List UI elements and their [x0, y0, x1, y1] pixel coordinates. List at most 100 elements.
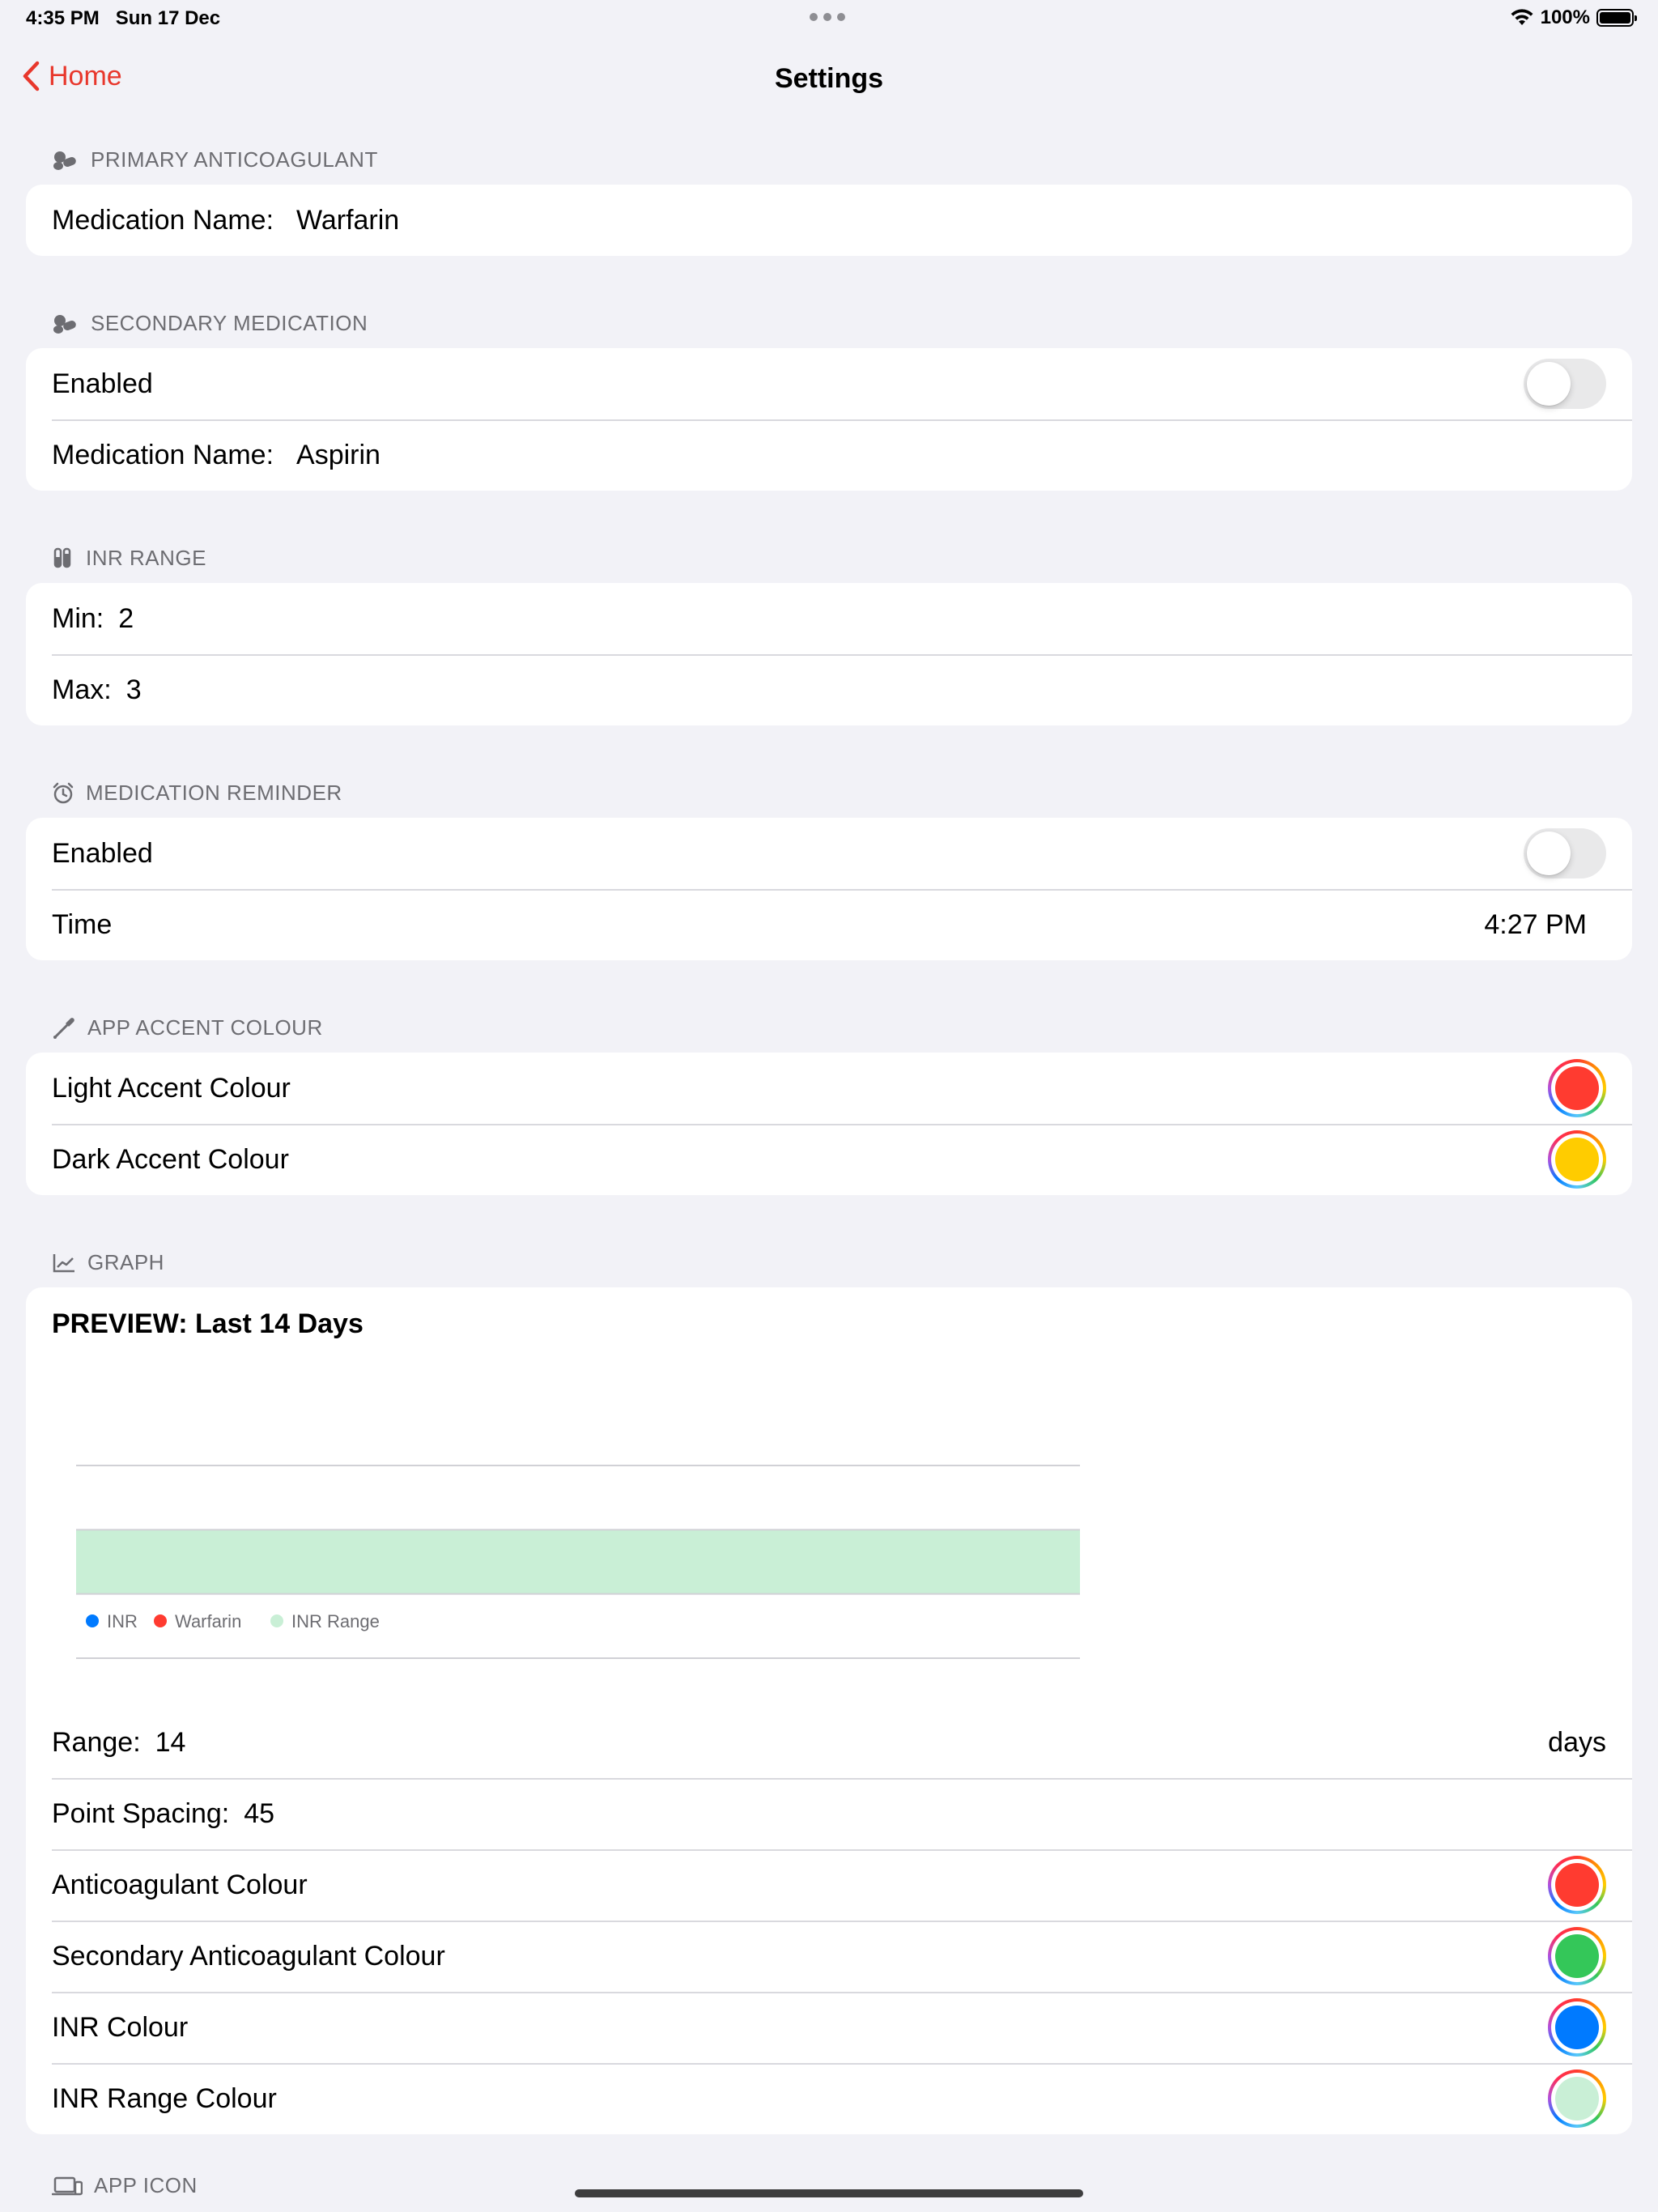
inr-range-color-picker[interactable]: [1548, 2069, 1606, 2128]
inr-range-colour-label: INR Range Colour: [52, 2082, 277, 2114]
status-date: Sun 17 Dec: [115, 7, 221, 29]
color-fill: [1555, 1066, 1599, 1110]
graph-card: PREVIEW: Last 14 Days INR Warfarin INR Ran…: [26, 1287, 1632, 2134]
eyedropper-icon: [53, 1017, 74, 1039]
wifi-icon: [1511, 9, 1533, 25]
medication-name-label: Medication Name:: [52, 439, 274, 470]
page-title: Settings: [774, 63, 884, 94]
secondary-color-picker[interactable]: [1548, 1927, 1606, 1985]
battery-percentage: 100%: [1540, 6, 1590, 28]
preview-chart: INR Warfarin INR Range: [26, 1360, 1632, 1707]
section-header-app-icon: APP ICON: [52, 2173, 198, 2198]
section-title: APP ACCENT COLOUR: [87, 1015, 323, 1040]
color-fill: [1555, 1138, 1599, 1181]
primary-medication-row[interactable]: Medication Name: Warfarin: [26, 185, 1632, 256]
legend-label: INR: [107, 1611, 138, 1631]
dark-accent-row: Dark Accent Colour: [26, 1124, 1632, 1195]
inr-range-band: [76, 1529, 1080, 1594]
section-header-secondary: SECONDARY MEDICATION: [52, 311, 368, 336]
reminder-time-picker[interactable]: 4:27 PM: [1484, 909, 1587, 941]
accent-colour-card: Light Accent Colour Dark Accent Colour: [26, 1053, 1632, 1195]
inr-max-input[interactable]: 3: [126, 674, 142, 706]
medication-reminder-card: Enabled Time 4:27 PM: [26, 818, 1632, 960]
color-fill: [1555, 1934, 1599, 1978]
inr-max-row[interactable]: Max: 3: [26, 654, 1632, 725]
section-title: APP ICON: [94, 2173, 198, 2197]
battery-icon: [1596, 9, 1637, 27]
preview-title: PREVIEW: Last 14 Days: [52, 1308, 363, 1339]
test-tubes-icon: [53, 547, 71, 568]
alarm-clock-icon: [53, 782, 74, 803]
devices-icon: [52, 2176, 83, 2195]
enabled-label: Enabled: [52, 837, 153, 869]
color-fill: [1555, 2077, 1599, 2121]
point-spacing-row[interactable]: Point Spacing: 45: [26, 1778, 1632, 1849]
point-spacing-label: Point Spacing:: [52, 1797, 230, 1829]
inr-range-colour-row: INR Range Colour: [26, 2063, 1632, 2134]
legend-marker: [154, 1614, 167, 1627]
status-time-date: 4:35 PM Sun 17 Dec: [26, 7, 220, 30]
secondary-colour-row: Secondary Anticoagulant Colour: [26, 1921, 1632, 1992]
anticoagulant-colour-label: Anticoagulant Colour: [52, 1869, 308, 1900]
pills-icon: [53, 314, 76, 334]
range-row[interactable]: Range: 14 days: [26, 1707, 1632, 1778]
navigation-bar: Home Settings: [0, 49, 1658, 113]
secondary-medication-input[interactable]: Aspirin: [296, 440, 380, 471]
color-fill: [1555, 1863, 1599, 1907]
time-label: Time: [52, 908, 113, 940]
primary-medication-input[interactable]: Warfarin: [296, 205, 399, 236]
legend-marker: [86, 1614, 99, 1627]
medication-name-label: Medication Name:: [52, 204, 274, 236]
dark-accent-color-picker[interactable]: [1548, 1130, 1606, 1189]
home-indicator[interactable]: [575, 2189, 1083, 2197]
section-title: INR RANGE: [86, 546, 206, 570]
status-bar: 4:35 PM Sun 17 Dec 100%: [0, 0, 1658, 39]
enabled-label: Enabled: [52, 368, 153, 399]
inr-range-card: Min: 2 Max: 3: [26, 583, 1632, 725]
secondary-medication-row[interactable]: Medication Name: Aspirin: [26, 419, 1632, 491]
section-title: MEDICATION REMINDER: [86, 781, 342, 805]
anticoagulant-color-picker[interactable]: [1548, 1856, 1606, 1914]
anticoagulant-colour-row: Anticoagulant Colour: [26, 1849, 1632, 1921]
inr-color-picker[interactable]: [1548, 1998, 1606, 2057]
legend-label: INR Range: [291, 1611, 380, 1631]
legend-label: Warfarin: [175, 1611, 241, 1631]
range-input[interactable]: 14: [155, 1727, 186, 1759]
toggle-knob: [1527, 362, 1571, 406]
light-accent-label: Light Accent Colour: [52, 1072, 291, 1104]
status-right: 100%: [1510, 6, 1637, 29]
status-time: 4:35 PM: [26, 7, 100, 29]
secondary-medication-card: Enabled Medication Name: Aspirin: [26, 348, 1632, 491]
point-spacing-input[interactable]: 45: [244, 1798, 274, 1830]
section-header-inr-range: INR RANGE: [52, 546, 206, 571]
secondary-enabled-row: Enabled: [26, 348, 1632, 419]
reminder-time-row[interactable]: Time 4:27 PM: [26, 889, 1632, 960]
reminder-enabled-toggle[interactable]: [1524, 828, 1606, 878]
dark-accent-label: Dark Accent Colour: [52, 1143, 289, 1175]
legend-marker: [270, 1614, 283, 1627]
primary-anticoagulant-card: Medication Name: Warfarin: [26, 185, 1632, 256]
multitasking-dots-icon[interactable]: [810, 13, 845, 21]
pills-icon: [53, 151, 76, 170]
preview-title-row: PREVIEW: Last 14 Days: [26, 1287, 1632, 1360]
section-header-primary: PRIMARY ANTICOAGULANT: [52, 147, 378, 172]
light-accent-color-picker[interactable]: [1548, 1059, 1606, 1117]
color-fill: [1555, 2006, 1599, 2049]
settings-screen: 4:35 PM Sun 17 Dec 100% Home Settings PR…: [0, 0, 1658, 2212]
section-title: SECONDARY MEDICATION: [91, 311, 368, 335]
inr-min-input[interactable]: 2: [118, 603, 134, 635]
max-label: Max:: [52, 674, 112, 705]
reminder-enabled-row: Enabled: [26, 818, 1632, 889]
preview-chart-svg: INR Warfarin INR Range: [76, 1465, 1080, 1659]
secondary-enabled-toggle[interactable]: [1524, 359, 1606, 409]
inr-min-row[interactable]: Min: 2: [26, 583, 1632, 654]
light-accent-row: Light Accent Colour: [26, 1053, 1632, 1124]
toggle-knob: [1527, 832, 1571, 875]
section-title: GRAPH: [87, 1250, 164, 1274]
range-unit: days: [1548, 1726, 1606, 1758]
inr-colour-label: INR Colour: [52, 2011, 189, 2043]
min-label: Min:: [52, 602, 104, 634]
section-header-accent: APP ACCENT COLOUR: [52, 1015, 323, 1040]
inr-colour-row: INR Colour: [26, 1992, 1632, 2063]
line-chart-icon: [53, 1253, 74, 1272]
